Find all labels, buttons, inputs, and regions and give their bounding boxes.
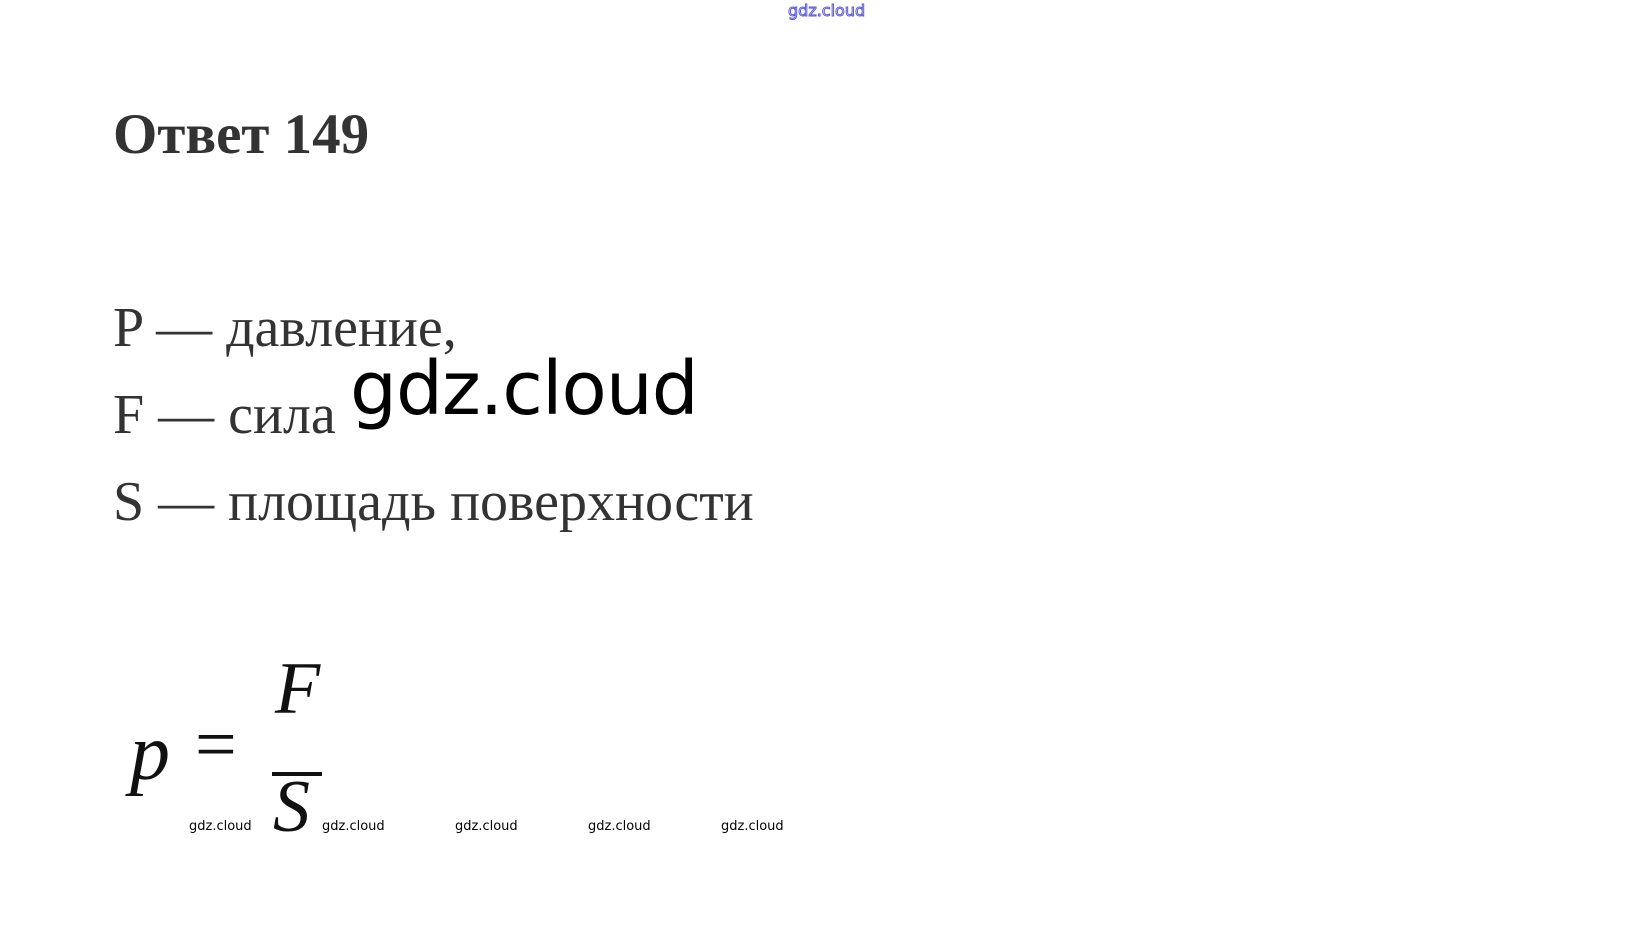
definition-force: F — сила xyxy=(113,384,336,446)
center-watermark: gdz.cloud xyxy=(350,346,699,432)
bottom-watermark: gdz.cloud xyxy=(189,819,252,834)
formula-equals: = xyxy=(195,704,237,786)
formula-denominator: S xyxy=(273,766,310,848)
formula-numerator: F xyxy=(275,648,321,730)
page-title: Ответ 149 xyxy=(113,103,370,166)
bottom-watermark: gdz.cloud xyxy=(455,819,518,834)
answer-page: gdz.cloud Ответ 149 P — давление, F — си… xyxy=(0,0,1640,946)
bottom-watermark: gdz.cloud xyxy=(721,819,784,834)
bottom-watermark: gdz.cloud xyxy=(322,819,385,834)
bottom-watermark: gdz.cloud xyxy=(588,819,651,834)
definition-area: S — площадь поверхности xyxy=(113,471,754,533)
top-watermark: gdz.cloud xyxy=(787,1,866,21)
formula-lhs: p xyxy=(130,709,170,797)
